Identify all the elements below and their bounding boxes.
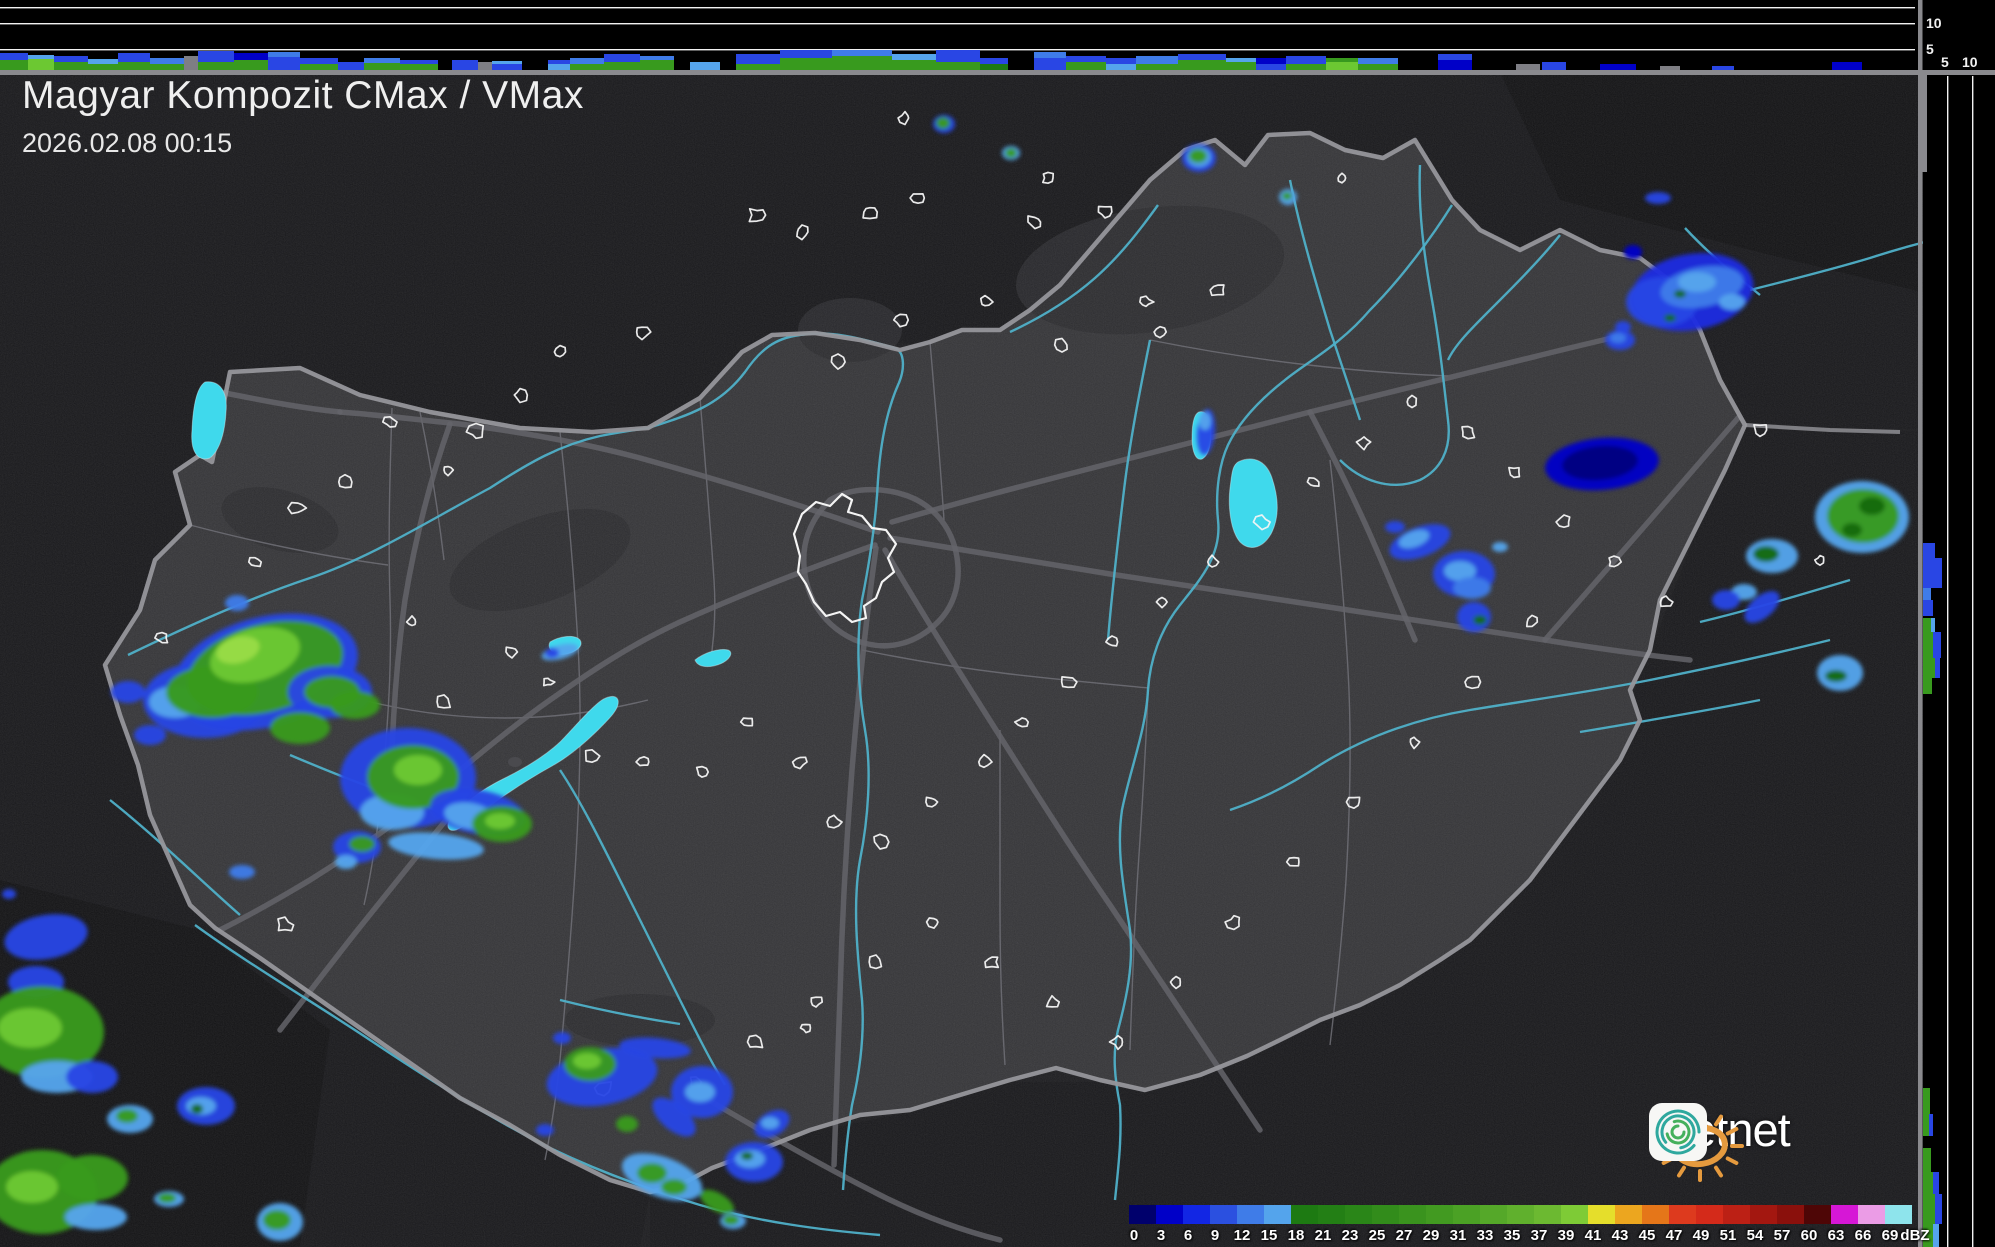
dbz-scale-label: 39 [1557,1227,1575,1244]
dbz-scale-label: 27 [1395,1227,1413,1244]
dbz-scale-box [1669,1205,1696,1224]
dbz-scale-label: 37 [1530,1227,1548,1244]
dbz-scale-box [1237,1205,1264,1224]
height-axis-label-10: 10 [1926,15,1942,31]
dbz-scale: 0 3 6 9 12 15 18 21 23 25 27 29 31 33 35 37 39 41 43 45 47 49… [1129,1205,1930,1245]
echo-top-profile [0,0,1995,75]
dbz-scale-box [1291,1205,1318,1224]
dbz-scale-box [1399,1205,1426,1224]
dbz-scale-box [1696,1205,1723,1224]
dbz-scale-label: 41 [1584,1227,1602,1244]
dbz-scale-label: 23 [1341,1227,1359,1244]
radar-viewer: Magyar Kompozit CMax / VMax 2026.02.08 0… [0,0,1995,1247]
dbz-scale-box [1210,1205,1237,1224]
dbz-scale-box [1750,1205,1777,1224]
echo-side-profile [1918,0,1995,1247]
dbz-scale-label: 29 [1422,1227,1440,1244]
dbz-scale-box [1156,1205,1183,1224]
dbz-scale-label: 66 [1854,1227,1872,1244]
side-axis-label-5: 5 [1941,54,1949,70]
dbz-scale-label: 6 [1183,1227,1193,1244]
dbz-scale-box [1507,1205,1534,1224]
dbz-scale-label: 57 [1773,1227,1791,1244]
dbz-scale-label: 51 [1719,1227,1737,1244]
dbz-scale-box [1372,1205,1399,1224]
dbz-scale-box [1264,1205,1291,1224]
dbz-unit-label: dBZ [1900,1227,1930,1244]
dbz-scale-label: 49 [1692,1227,1710,1244]
metnet-app-icon [1649,1103,1707,1161]
dbz-scale-boxes [1129,1205,1912,1224]
dbz-scale-box [1885,1205,1912,1224]
dbz-scale-box [1777,1205,1804,1224]
dbz-scale-label: 54 [1746,1227,1764,1244]
dbz-scale-box [1831,1205,1858,1224]
dbz-scale-label: 0 [1129,1227,1139,1244]
dbz-scale-label: 21 [1314,1227,1332,1244]
dbz-scale-label: 63 [1827,1227,1845,1244]
dbz-scale-label: 35 [1503,1227,1521,1244]
dbz-scale-box [1345,1205,1372,1224]
dbz-scale-box [1588,1205,1615,1224]
dbz-scale-box [1723,1205,1750,1224]
dbz-scale-box [1453,1205,1480,1224]
radar-map [0,0,1995,1247]
dbz-scale-box [1534,1205,1561,1224]
metnet-logo[interactable]: metnet [1648,1102,1804,1182]
dbz-scale-box [1615,1205,1642,1224]
dbz-scale-label: 18 [1287,1227,1305,1244]
side-axis-label-10: 10 [1962,54,1978,70]
dbz-scale-label: 31 [1449,1227,1467,1244]
dbz-scale-label: 3 [1156,1227,1166,1244]
dbz-scale-box [1129,1205,1156,1224]
dbz-scale-box [1480,1205,1507,1224]
dbz-scale-label: 9 [1210,1227,1220,1244]
dbz-scale-label: 15 [1260,1227,1278,1244]
dbz-scale-box [1804,1205,1831,1224]
dbz-scale-label: 25 [1368,1227,1386,1244]
dbz-scale-label: 33 [1476,1227,1494,1244]
dbz-scale-label: 60 [1800,1227,1818,1244]
dbz-scale-box [1561,1205,1588,1224]
dbz-scale-label: 12 [1233,1227,1251,1244]
dbz-scale-box [1183,1205,1210,1224]
dbz-scale-label: 45 [1638,1227,1656,1244]
height-axis-label-5: 5 [1926,41,1934,57]
dbz-scale-box [1642,1205,1669,1224]
dbz-scale-labels: 0 3 6 9 12 15 18 21 23 25 27 29 31 33 35 37 39 41 43 45 47 49… [1129,1227,1930,1245]
dbz-scale-box [1858,1205,1885,1224]
dbz-scale-label: 47 [1665,1227,1683,1244]
dbz-scale-box [1426,1205,1453,1224]
dbz-scale-label: 43 [1611,1227,1629,1244]
dbz-scale-box [1318,1205,1345,1224]
